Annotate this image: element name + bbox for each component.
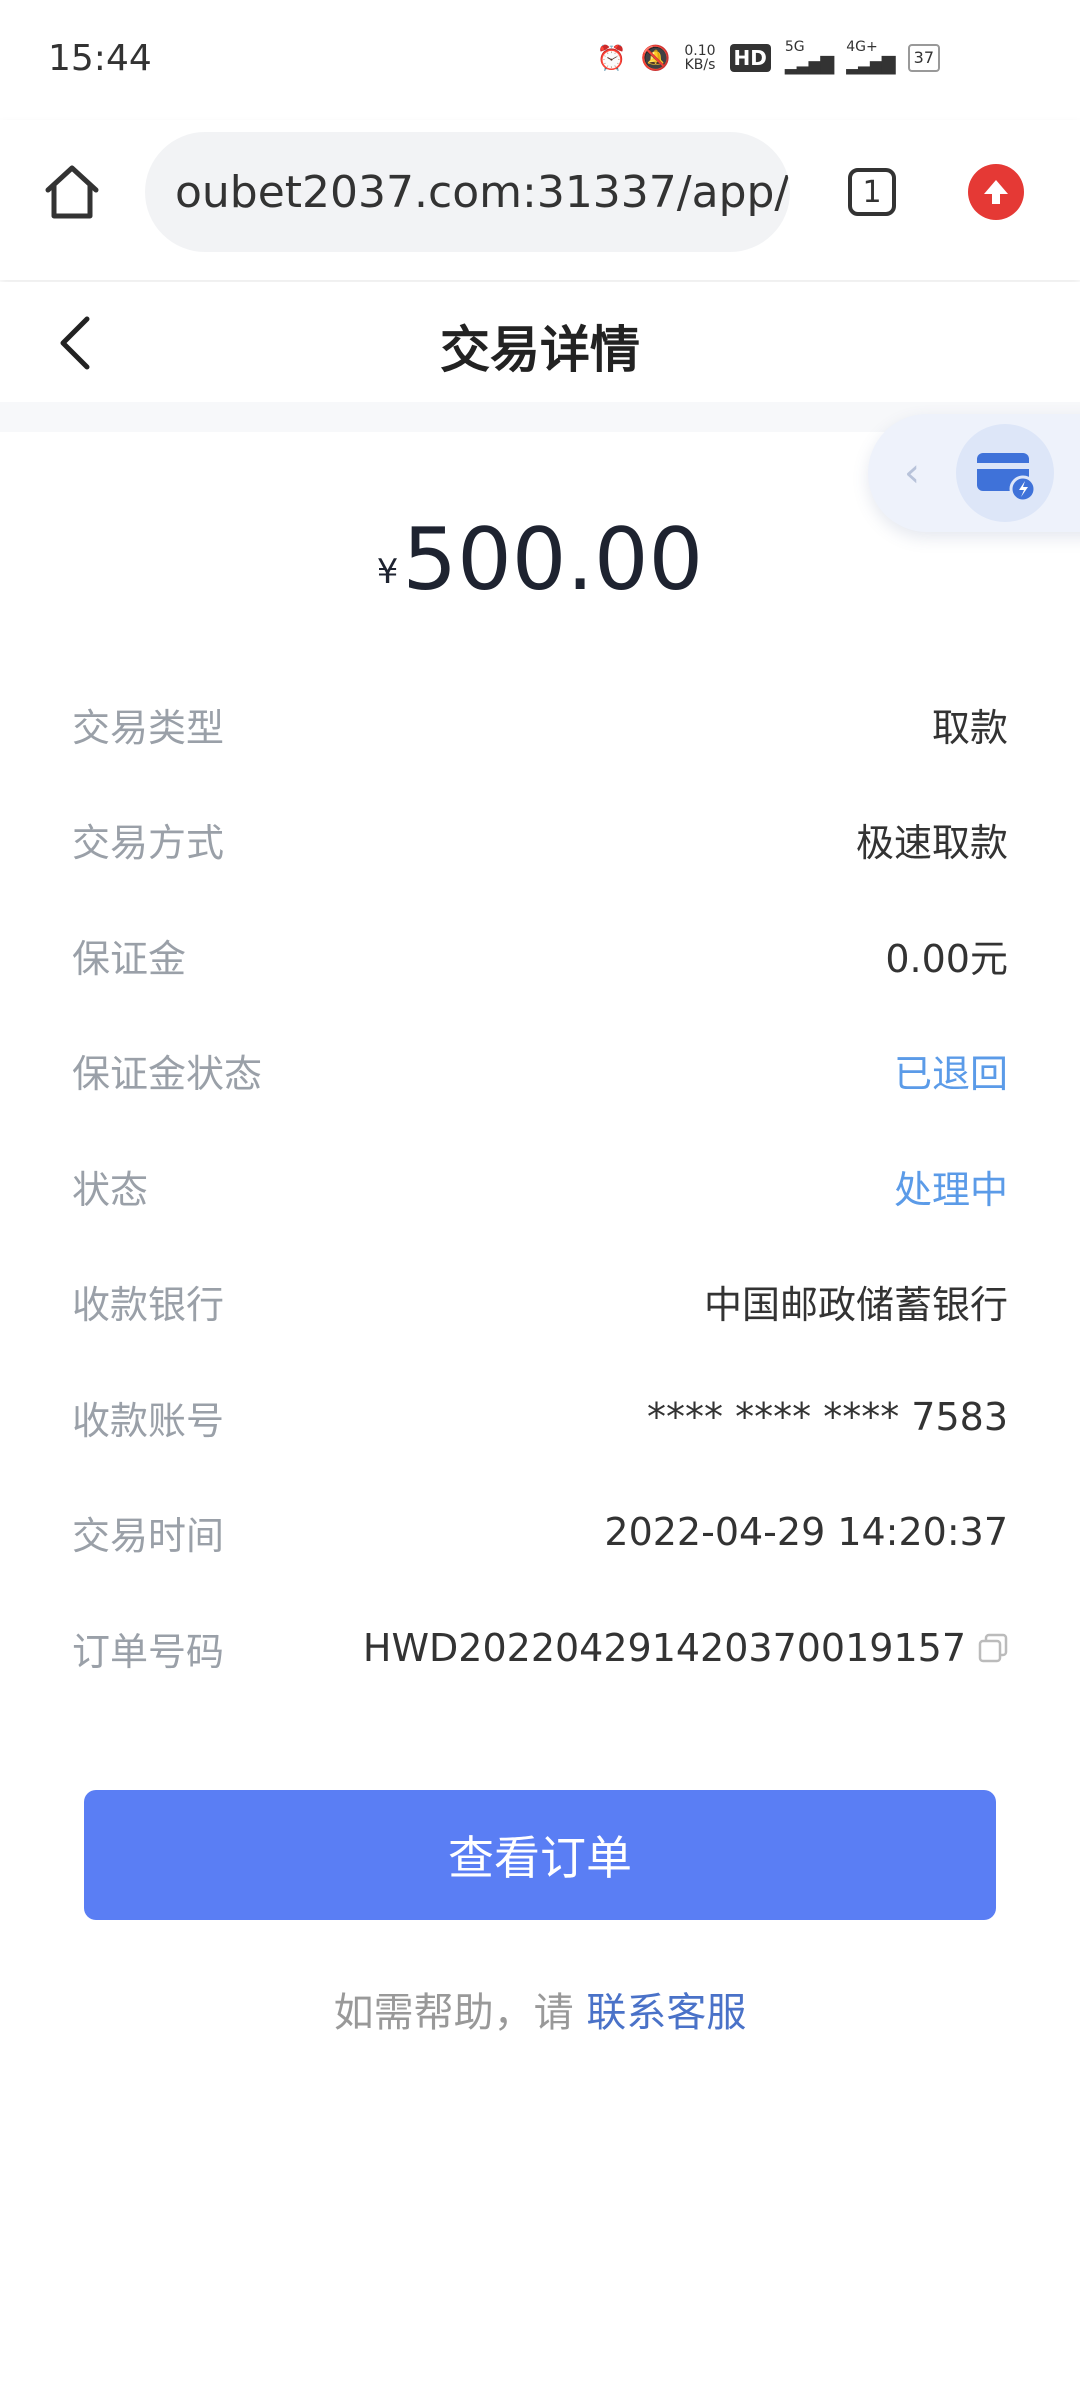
detail-label: 状态	[72, 1167, 149, 1212]
net-speed-value: 0.10	[684, 42, 716, 59]
status-bar: 15:44 ⏰ 🔕 0.10 KB/s HD 5G ▂▃▅▇ 4G+ ▂▃▅▇ …	[0, 0, 1080, 120]
detail-label: 订单号码	[72, 1629, 225, 1674]
detail-row-account: 收款账号 **** **** **** 7583	[72, 1387, 1008, 1447]
status-icons: ⏰ 🔕 0.10 KB/s HD 5G ▂▃▅▇ 4G+ ▂▃▅▇ 37	[597, 40, 940, 75]
detail-value: 0.00元	[885, 936, 1008, 981]
detail-label: 收款账号	[72, 1398, 225, 1443]
detail-row-deposit: 保证金 0.00元	[72, 925, 1008, 985]
tabs-button[interactable]: 1	[848, 168, 896, 216]
copy-icon[interactable]	[978, 1633, 1008, 1663]
amount-value: 500.00	[402, 510, 704, 610]
detail-label: 保证金	[72, 936, 187, 981]
detail-row-status: 状态 处理中	[72, 1156, 1008, 1216]
signal-5g-icon: 5G ▂▃▅▇	[784, 39, 834, 75]
detail-value: 处理中	[893, 1167, 1008, 1212]
detail-value: 2022-04-29 14:20:37	[604, 1510, 1008, 1554]
detail-label: 交易类型	[72, 705, 225, 750]
page-header: 交易详情	[0, 282, 1080, 402]
signal-5g-label: 5G	[784, 39, 805, 55]
battery-level: 37	[913, 48, 934, 67]
signal-4g-icon: 4G+ ▂▃▅▇	[846, 39, 895, 75]
alarm-icon: ⏰	[596, 43, 627, 72]
update-button[interactable]	[968, 164, 1024, 220]
detail-value: 极速取款	[855, 820, 1008, 865]
home-button[interactable]	[40, 160, 104, 224]
amount-currency: ¥	[376, 552, 399, 592]
detail-label: 收款银行	[72, 1282, 225, 1327]
url-text: oubet2037.com:31337/app/	[175, 166, 790, 218]
detail-value: 取款	[931, 705, 1008, 750]
card-icon	[977, 453, 1037, 503]
detail-row-deposit-status: 保证金状态 已退回	[72, 1040, 1008, 1100]
help-prefix: 如需帮助，请	[333, 1990, 574, 2036]
detail-label: 保证金状态	[72, 1051, 263, 1096]
chevron-left-icon: ‹	[904, 450, 920, 496]
browser-toolbar: oubet2037.com:31337/app/ 1	[0, 120, 1080, 280]
detail-row-time: 交易时间 2022-04-29 14:20:37	[72, 1502, 1008, 1562]
detail-row-method: 交易方式 极速取款	[72, 809, 1008, 869]
order-no-group: HWD20220429142037001915​7	[363, 1626, 1008, 1670]
help-text: 如需帮助，请 联系客服	[0, 1980, 1080, 2038]
tab-count: 1	[862, 174, 882, 210]
detail-row-bank: 收款银行 中国邮政储蓄银行	[72, 1271, 1008, 1331]
detail-value: HWD20220429142037001915​7	[362, 1626, 966, 1670]
net-speed: 0.10 KB/s	[684, 44, 715, 72]
home-icon	[45, 165, 99, 219]
detail-value: 已退回	[893, 1051, 1008, 1096]
contact-support-link[interactable]: 联系客服	[586, 1990, 746, 2036]
mute-icon: 🔕	[640, 43, 671, 72]
card-button[interactable]	[956, 424, 1054, 522]
net-speed-unit: KB/s	[684, 56, 716, 73]
detail-row-order-no: 订单号码 HWD20220429142037001915​7	[72, 1618, 1008, 1678]
view-order-button[interactable]: 查看订单	[84, 1790, 996, 1920]
battery-icon: 37	[907, 43, 940, 72]
detail-label: 交易方式	[72, 820, 225, 865]
detail-label: 交易时间	[72, 1513, 225, 1558]
amount: ¥500.00	[0, 510, 1080, 610]
status-time: 15:44	[48, 38, 152, 79]
page-title: 交易详情	[440, 321, 640, 379]
hd-badge: HD	[729, 43, 771, 72]
url-field[interactable]: oubet2037.com:31337/app/	[145, 132, 790, 252]
signal-4g-label: 4G+	[846, 39, 878, 55]
detail-value: **** **** **** 7583	[647, 1395, 1008, 1439]
detail-row-type: 交易类型 取款	[72, 694, 1008, 754]
detail-value: 中国邮政储蓄银行	[703, 1282, 1008, 1327]
arrow-up-icon	[984, 180, 1008, 204]
